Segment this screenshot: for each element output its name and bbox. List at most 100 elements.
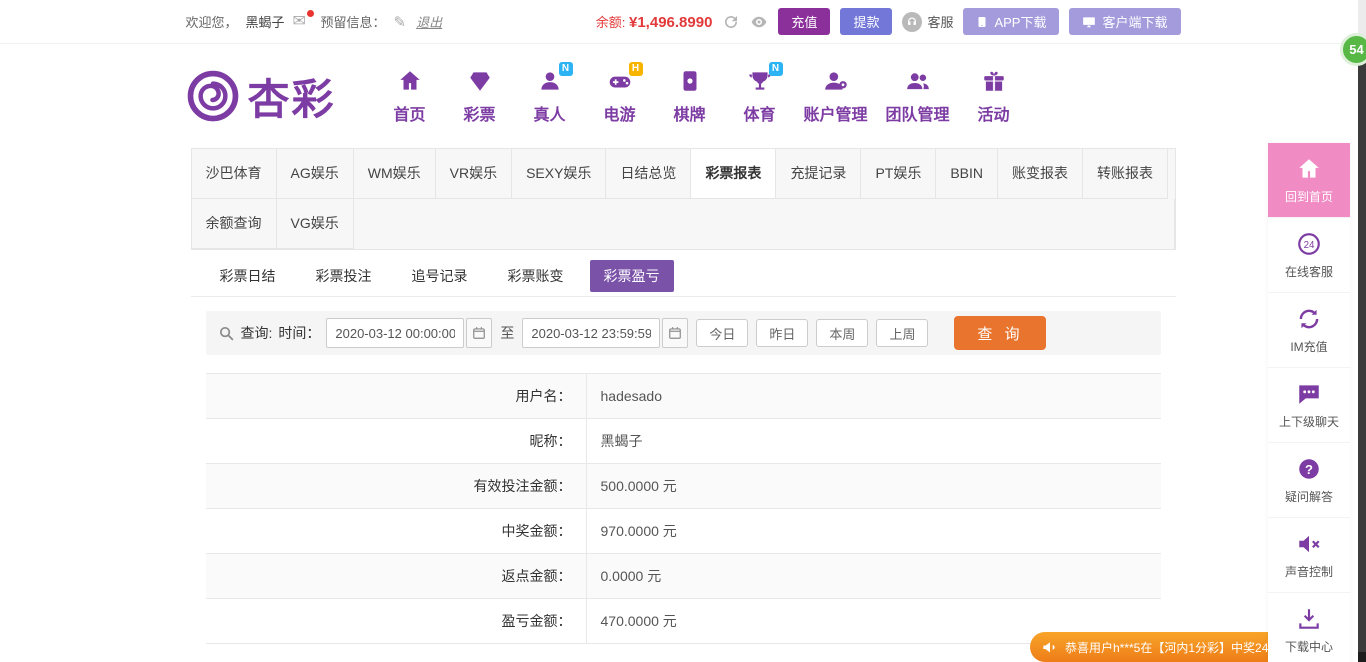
sidebar-label: 在线客服	[1285, 263, 1333, 280]
sidebar-label: 下载中心	[1285, 638, 1333, 655]
sidebar-item-download-center[interactable]: 下载中心	[1268, 593, 1350, 662]
im-recharge-icon	[1296, 306, 1322, 332]
floating-counter-badge[interactable]: 54	[1340, 33, 1366, 66]
header-inner: 杏彩 首页 彩票 N	[186, 44, 1181, 148]
tab-item[interactable]: VG娱乐	[277, 199, 354, 249]
scrollbar[interactable]	[1358, 0, 1366, 662]
date-to-input[interactable]	[522, 318, 660, 348]
live-person-icon: N	[537, 68, 563, 98]
headset-icon	[902, 12, 922, 32]
sidebar-label: 回到首页	[1285, 188, 1333, 205]
balance: 余额: ¥1,496.8990	[596, 12, 713, 31]
subtab-item[interactable]: 彩票日结	[206, 260, 290, 292]
welcome-text: 欢迎您，	[186, 12, 238, 31]
sidebar-label: 疑问解答	[1285, 488, 1333, 505]
home-icon	[1296, 156, 1322, 182]
topbar-inner: 欢迎您， 黑蝎子 ✉ 预留信息： ✎ 退出 余额: ¥1,496.8990 充值	[186, 0, 1181, 43]
row-value: 500.0000 元	[587, 476, 677, 496]
subtab-item[interactable]: 彩票投注	[302, 260, 386, 292]
row-label: 有效投注金额：	[206, 464, 587, 508]
table-row: 返点金额： 0.0000 元	[206, 554, 1161, 599]
date-from-input[interactable]	[326, 318, 464, 348]
nav-item-account-management[interactable]: 账户管理	[804, 68, 868, 125]
tab-item[interactable]: 账变报表	[998, 149, 1083, 199]
tab-item[interactable]: BBIN	[936, 149, 998, 199]
subtab-item[interactable]: 追号记录	[398, 260, 482, 292]
lottery-ticket-icon	[467, 68, 493, 98]
nav-item-promotions[interactable]: 活动	[968, 68, 1020, 125]
gift-icon	[981, 68, 1007, 98]
nav-item-lottery[interactable]: 彩票	[454, 68, 506, 125]
tab-item[interactable]: 余额查询	[192, 199, 277, 249]
site-header: 杏彩 首页 彩票 N	[0, 44, 1366, 148]
client-download-label: 客户端下载	[1102, 12, 1167, 31]
nav-item-live[interactable]: N 真人	[524, 68, 576, 125]
mail-icon[interactable]: ✉	[293, 13, 313, 31]
tab-item-active[interactable]: 彩票报表	[691, 149, 776, 199]
row-value: 470.0000 元	[587, 611, 677, 631]
row-value: 黑蝎子	[587, 431, 643, 451]
nav-item-sports[interactable]: N 体育	[734, 68, 786, 125]
tab-item[interactable]: PT娱乐	[861, 149, 936, 199]
brand-logo[interactable]: 杏彩	[186, 66, 336, 127]
eye-icon[interactable]	[750, 13, 768, 31]
subtab-item[interactable]: 彩票账变	[494, 260, 578, 292]
winner-notice-text: 恭喜用户h***5在【河内1分彩】中奖2484	[1065, 639, 1268, 656]
recharge-button[interactable]: 充值	[778, 8, 830, 35]
sidebar-item-sound-control[interactable]: 声音控制	[1268, 518, 1350, 593]
quick-thisweek-button[interactable]: 本周	[816, 319, 868, 347]
tab-item[interactable]: VR娱乐	[436, 149, 512, 199]
quick-lastweek-button[interactable]: 上周	[876, 319, 928, 347]
logo-swirl-icon	[186, 69, 240, 123]
tab-item[interactable]: 日结总览	[606, 149, 691, 199]
tab-item[interactable]: 沙巴体育	[192, 149, 277, 199]
svg-text:?: ?	[1305, 461, 1313, 476]
tab-item[interactable]: 充提记录	[776, 149, 861, 199]
refresh-balance-icon[interactable]	[722, 13, 740, 31]
logout-link[interactable]: 退出	[416, 12, 442, 31]
balance-value: ¥1,496.8990	[629, 14, 712, 31]
table-row: 昵称： 黑蝎子	[206, 419, 1161, 464]
tab-item[interactable]: WM娱乐	[354, 149, 436, 199]
client-download-button[interactable]: 客户端下载	[1069, 8, 1180, 35]
app-download-button[interactable]: APP下载	[963, 8, 1059, 35]
sidebar-item-faq[interactable]: ? 疑问解答	[1268, 443, 1350, 518]
svg-text:24: 24	[1304, 239, 1315, 250]
question-icon: ?	[1296, 456, 1322, 482]
nav-item-home[interactable]: 首页	[384, 68, 436, 125]
tab-item[interactable]: SEXY娱乐	[512, 149, 606, 199]
sidebar-item-hierarchy-chat[interactable]: 上下级聊天	[1268, 368, 1350, 443]
hot-badge: H	[629, 62, 643, 76]
time-label: 时间：	[278, 323, 320, 343]
brand-name: 杏彩	[248, 66, 336, 127]
customer-service-link[interactable]: 客服	[902, 12, 953, 32]
subtab-item-active[interactable]: 彩票盈亏	[590, 260, 674, 292]
team-icon	[905, 68, 931, 98]
topbar: 欢迎您， 黑蝎子 ✉ 预留信息： ✎ 退出 余额: ¥1,496.8990 充值	[0, 0, 1366, 44]
tab-item[interactable]: 转账报表	[1083, 149, 1168, 199]
mahjong-tile-icon	[677, 68, 703, 98]
query-label: 查询:	[241, 323, 273, 343]
username-link[interactable]: 黑蝎子	[246, 12, 285, 31]
quick-today-button[interactable]: 今日	[696, 319, 748, 347]
nav-label: 账户管理	[804, 101, 868, 125]
nav-item-boardgames[interactable]: 棋牌	[664, 68, 716, 125]
service-24-icon: 24	[1296, 231, 1322, 257]
edit-icon[interactable]: ✎	[394, 13, 407, 31]
quick-yesterday-button[interactable]: 昨日	[756, 319, 808, 347]
calendar-to-button[interactable]	[662, 318, 688, 348]
sidebar-item-online-service[interactable]: 24 在线客服	[1268, 218, 1350, 293]
topbar-left: 欢迎您， 黑蝎子 ✉ 预留信息： ✎ 退出	[186, 12, 443, 31]
winner-notice-bar[interactable]: 恭喜用户h***5在【河内1分彩】中奖2484	[1030, 632, 1268, 662]
withdraw-button[interactable]: 提款	[840, 8, 892, 35]
nav-item-team-management[interactable]: 团队管理	[886, 68, 950, 125]
topbar-right: 余额: ¥1,496.8990 充值 提款 客服	[596, 8, 1181, 35]
date-between-label: 至	[500, 323, 514, 343]
calendar-from-button[interactable]	[466, 318, 492, 348]
sidebar-item-back-home[interactable]: 回到首页	[1268, 143, 1350, 218]
search-submit-button[interactable]: 查 询	[954, 316, 1046, 350]
sidebar-item-im-recharge[interactable]: IM充值	[1268, 293, 1350, 368]
tab-item[interactable]: AG娱乐	[277, 149, 354, 199]
nav-label: 棋牌	[664, 101, 716, 125]
nav-item-egames[interactable]: H 电游	[594, 68, 646, 125]
